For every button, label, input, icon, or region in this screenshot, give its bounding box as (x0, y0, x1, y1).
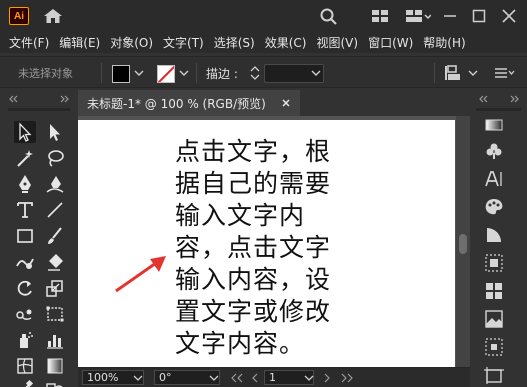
shaper-tool-icon[interactable] (14, 251, 36, 273)
paintbrush-tool-icon[interactable] (44, 225, 66, 247)
symbol-sprayer-tool-icon[interactable] (14, 329, 36, 351)
chevron-down-icon[interactable] (209, 372, 219, 382)
collapse-panel-icon[interactable] (510, 92, 520, 103)
menu-select[interactable]: 选择(S) (214, 34, 255, 51)
stroke-weight-label: 描边 : (206, 67, 238, 81)
image-trace-panel-icon[interactable] (483, 308, 505, 330)
divider (101, 63, 102, 83)
menu-effect[interactable]: 效果(C) (265, 34, 307, 51)
chevron-down-icon[interactable] (304, 372, 314, 382)
scale-tool-icon[interactable] (44, 277, 66, 299)
pen-tool-icon[interactable] (14, 173, 36, 195)
collapse-panel-icon[interactable] (8, 92, 18, 103)
first-artboard-icon[interactable] (228, 372, 246, 383)
artboards-panel-icon[interactable] (483, 364, 505, 387)
stroke-color-swatch[interactable] (157, 65, 175, 83)
title-bar: Ai (0, 0, 527, 32)
document-tab-title: 未标题-1* @ 100 % (RGB/预览) (87, 96, 266, 111)
blend-tool-icon[interactable] (44, 378, 66, 387)
text-line: 点击文字，根 (175, 137, 332, 166)
status-bar: 100% 0° 1 (78, 367, 470, 387)
puppet-warp-tool-icon[interactable] (14, 303, 36, 325)
gradient-tool-icon[interactable] (44, 355, 66, 377)
menu-file[interactable]: 文件(F) (9, 34, 49, 51)
text-line: 据自己的需要 (175, 169, 332, 198)
chevron-down-icon[interactable] (133, 372, 143, 382)
selection-tool-icon[interactable] (14, 121, 36, 143)
chevron-down-icon[interactable] (468, 67, 478, 77)
character-panel-icon[interactable] (483, 168, 505, 190)
symbols-panel-icon[interactable] (483, 140, 505, 162)
menu-type[interactable]: 文字(T) (163, 34, 204, 51)
fill-color-swatch[interactable] (112, 65, 130, 83)
rectangle-tool-icon[interactable] (14, 225, 36, 247)
workspace-layout-icon[interactable] (370, 7, 390, 25)
collapse-panel-icon[interactable] (60, 92, 70, 103)
menu-help[interactable]: 帮助(H) (423, 34, 465, 51)
canvas-area[interactable]: 点击文字，根 据自己的需要 输入文字内 容，点击文字 输入内容，设 置文字或修改… (78, 116, 470, 367)
chevron-down-icon[interactable] (179, 67, 189, 77)
last-artboard-icon[interactable] (338, 372, 356, 383)
pathfinder-panel-icon[interactable] (483, 280, 505, 302)
close-tab-icon[interactable] (280, 97, 292, 109)
text-line: 输入文字内 (175, 201, 306, 230)
tab-document[interactable]: 未标题-1* @ 100 % (RGB/预览) (78, 90, 300, 116)
collapse-panel-icon[interactable] (478, 92, 488, 103)
column-graph-tool-icon[interactable] (44, 329, 66, 351)
menu-window[interactable]: 窗口(W) (368, 34, 413, 51)
vertical-scrollbar[interactable] (456, 116, 470, 367)
line-segment-tool-icon[interactable] (44, 199, 66, 221)
panel-dock (470, 88, 527, 387)
eraser-tool-icon[interactable] (44, 251, 66, 273)
magic-wand-tool-icon[interactable] (14, 147, 36, 169)
control-bar: 未选择对象 描边 : (0, 56, 527, 88)
text-line: 文字内容。 (175, 329, 306, 358)
rotate-tool-icon[interactable] (14, 277, 36, 299)
chevron-down-icon[interactable] (311, 67, 321, 77)
text-line: 容，点击文字 (175, 233, 332, 262)
search-icon[interactable] (319, 7, 339, 25)
divider (196, 63, 197, 83)
arrange-documents-icon[interactable] (405, 7, 432, 25)
align-panel-icon[interactable] (483, 252, 505, 274)
artboard[interactable]: 点击文字，根 据自己的需要 输入文字内 容，点击文字 输入内容，设 置文字或修改… (78, 120, 455, 367)
next-artboard-icon[interactable] (322, 372, 332, 383)
type-tool-icon[interactable] (14, 199, 36, 221)
home-icon[interactable] (42, 7, 64, 25)
panel-grip (476, 108, 521, 111)
close-icon[interactable] (500, 7, 518, 25)
text-line: 输入内容，设 (175, 265, 332, 294)
swatches-panel-icon[interactable] (483, 196, 505, 218)
transparency-panel-icon[interactable] (483, 224, 505, 246)
menu-object[interactable]: 对象(O) (110, 34, 153, 51)
menu-view[interactable]: 视图(V) (316, 34, 358, 51)
panel-menu-icon[interactable] (493, 64, 515, 82)
document-setup-icon[interactable] (442, 63, 464, 81)
lasso-tool-icon[interactable] (44, 147, 66, 169)
tools-panel (0, 88, 78, 387)
minimize-icon[interactable] (441, 7, 459, 25)
links-panel-icon[interactable] (483, 336, 505, 358)
text-line: 置文字或修改 (175, 297, 332, 326)
chevron-down-icon[interactable] (134, 67, 144, 77)
menu-bar: 文件(F) 编辑(E) 对象(O) 文字(T) 选择(S) 效果(C) 视图(V… (0, 32, 527, 53)
direct-selection-tool-icon[interactable] (44, 121, 66, 143)
menu-edit[interactable]: 编辑(E) (59, 34, 100, 51)
free-transform-tool-icon[interactable] (44, 303, 66, 325)
text-frame[interactable]: 点击文字，根 据自己的需要 输入文字内 容，点击文字 输入内容，设 置文字或修改… (175, 136, 347, 360)
maximize-icon[interactable] (470, 7, 488, 25)
scrollbar-thumb[interactable] (459, 234, 467, 254)
mesh-tool-icon[interactable] (14, 355, 36, 377)
app-logo: Ai (9, 7, 29, 25)
annotation-arrow-icon (112, 251, 172, 295)
selection-status: 未选择对象 (18, 67, 73, 80)
curvature-tool-icon[interactable] (44, 173, 66, 195)
color-panel-icon[interactable] (483, 114, 505, 136)
stroke-weight-stepper[interactable] (248, 63, 262, 83)
panel-grip (8, 108, 70, 111)
eyedropper-tool-icon[interactable] (14, 378, 36, 387)
previous-artboard-icon[interactable] (250, 372, 260, 383)
divider (434, 63, 435, 83)
